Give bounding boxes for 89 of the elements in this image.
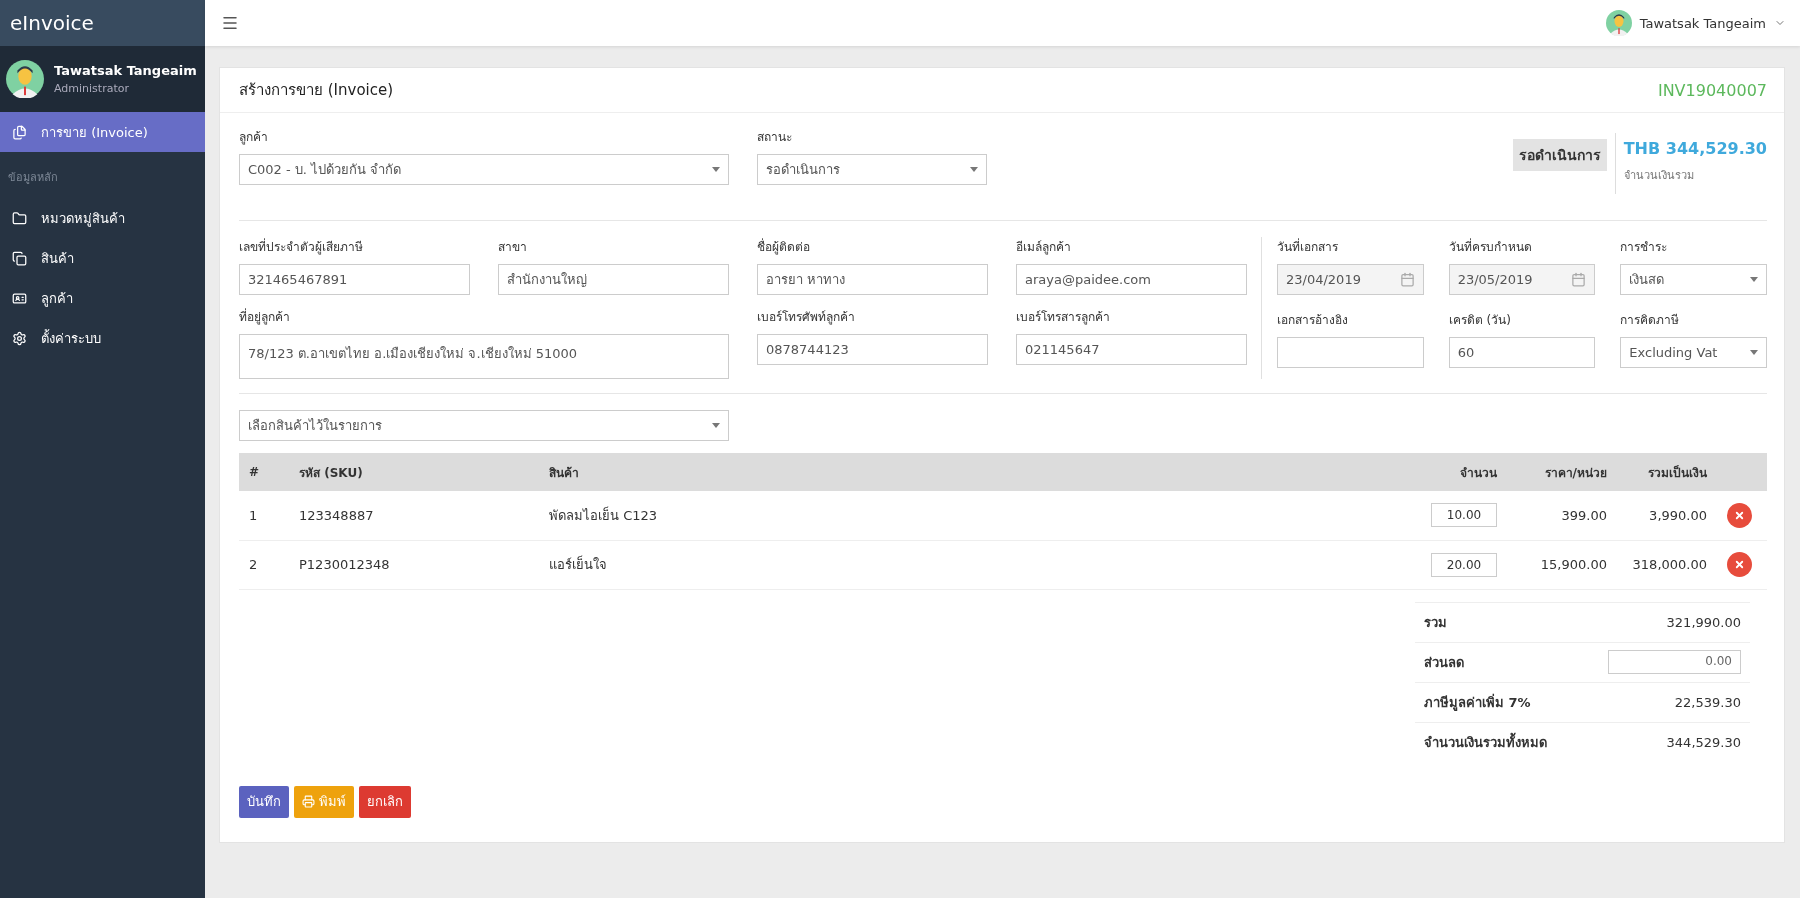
field-label: การชำระ [1620, 239, 1669, 256]
close-icon [1734, 509, 1745, 521]
sidebar-item[interactable]: หมวดหมู่สินค้า [0, 198, 205, 238]
table-cell: พัดลมไอเย็น C123 [549, 507, 658, 523]
input-field[interactable] [1277, 337, 1424, 368]
table-cell: 318,000.00 [1632, 557, 1707, 572]
date-field[interactable]: 23/05/2019 [1448, 264, 1596, 295]
address-field[interactable]: 78/123 ต.อาเขตไทย อ.เมืองเชียงใหม่ จ.เชียงใหม่ 51000 [239, 334, 729, 379]
field-label: การคิดภาษี [1620, 312, 1681, 329]
delete-button[interactable] [1727, 552, 1752, 577]
column-header: สินค้า [549, 465, 579, 480]
table-cell: 3,990.00 [1649, 507, 1707, 523]
select-field[interactable]: Excluding Vat [1620, 337, 1767, 368]
input-field[interactable]: 321465467891 [239, 264, 470, 295]
field-label: เบอร์โทรศัพท์ลูกค้า [757, 309, 856, 326]
table-cell: 399.00 [1561, 507, 1607, 523]
user-role: Administrator [54, 82, 130, 95]
column-header: รหัส (SKU) [299, 465, 363, 480]
column-header: # [249, 465, 260, 479]
avatar-icon [1605, 10, 1632, 36]
table-cell: 15,900.00 [1540, 557, 1607, 572]
column-header: จำนวน [1460, 465, 1497, 480]
menu-icon[interactable] [221, 14, 239, 32]
discount-field[interactable]: 0.00 [1608, 650, 1741, 674]
status-badge: รอดำเนินการ [1512, 139, 1607, 171]
table-cell: P1230012348 [299, 557, 390, 572]
field-label: สถานะ [757, 129, 793, 146]
customer-select[interactable]: C002 - บ. ไปด้วยกัน จำกัด [239, 154, 729, 185]
input-field[interactable]: 0878744123 [757, 334, 988, 365]
sidebar-icon [12, 250, 27, 266]
printer-icon [302, 795, 315, 808]
field-label: สาขา [498, 239, 528, 256]
input-field[interactable]: 60 [1448, 337, 1596, 368]
quantity-field[interactable]: 20.00 [1431, 552, 1497, 577]
total-caption: จำนวนเงินรวม [1623, 168, 1695, 184]
sidebar-icon [12, 210, 27, 226]
sidebar-icon [12, 124, 27, 140]
sidebar-item[interactable]: การขาย (Invoice) [0, 112, 205, 152]
table-cell: 2 [249, 557, 258, 572]
document-number: INV19040007 [1657, 80, 1767, 100]
column-header: ราคา/หน่วย [1544, 465, 1607, 480]
field-label: ชื่อผู้ติดต่อ [757, 237, 811, 256]
total-label: จำนวนเงินรวมทั้งหมด [1424, 731, 1547, 752]
field-label: วันที่ครบกำหนด [1448, 237, 1533, 256]
sidebar-item[interactable]: ลูกค้า [0, 278, 205, 318]
field-label: เครดิต (วัน) [1448, 312, 1512, 329]
field-label: อีเมล์ลูกค้า [1016, 239, 1072, 256]
input-field[interactable]: อารยา หาทาง [757, 264, 988, 295]
input-field[interactable]: araya@paidee.com [1016, 264, 1247, 295]
avatar-icon [6, 60, 44, 98]
page-title: สร้างการขาย (Invoice) [239, 80, 394, 101]
total-value: 344,529.30 [1666, 734, 1741, 750]
total-label: รวม [1424, 613, 1447, 632]
field-label: เบอร์โทรสารลูกค้า [1016, 309, 1111, 326]
total-label: ภาษีมูลค่าเพิ่ม 7% [1424, 692, 1531, 713]
save-button[interactable]: บันทึก [239, 785, 289, 818]
sidebar-icon [12, 330, 27, 346]
table-cell: แอร์เย็นใจ [549, 557, 607, 572]
sidebar-icon [12, 290, 27, 306]
select-field[interactable]: เงินสด [1620, 264, 1767, 295]
delete-button[interactable] [1727, 502, 1752, 528]
close-icon [1734, 559, 1745, 570]
input-field[interactable]: สำนักงานใหญ่ [498, 264, 729, 295]
column-header: รวมเป็นเงิน [1648, 465, 1707, 480]
field-label: เลขที่ประจำตัวผู้เสียภาษี [239, 237, 364, 256]
sidebar-heading: ข้อมูลหลัก [7, 170, 59, 186]
status-select[interactable]: รอดำเนินการ [757, 154, 987, 185]
total-value: 22,539.30 [1674, 694, 1741, 710]
total-value: 321,990.00 [1666, 614, 1741, 630]
sidebar-item[interactable]: ตั้งค่าระบบ [0, 318, 205, 358]
table-cell: 123348887 [299, 507, 374, 523]
field-label: ลูกค้า [239, 129, 269, 146]
app-brand: eInvoice [0, 0, 205, 46]
field-label: ที่อยู่ลูกค้า [239, 307, 291, 326]
sidebar-item[interactable]: สินค้า [0, 238, 205, 278]
user-name: Tawatsak Tangeaim [54, 63, 197, 78]
table-cell: 1 [249, 507, 258, 523]
total-amount: THB 344,529.30 [1623, 139, 1767, 158]
field-label: เอกสารอ้างอิง [1277, 312, 1349, 329]
field-label: วันที่เอกสาร [1277, 237, 1339, 256]
calendar-icon [1571, 272, 1587, 287]
total-label: ส่วนลด [1424, 653, 1464, 672]
input-field[interactable]: 021145647 [1016, 334, 1247, 365]
calendar-icon [1399, 272, 1415, 287]
product-select[interactable]: เลือกสินค้าไว้ในรายการ [239, 410, 729, 441]
quantity-field[interactable]: 10.00 [1431, 503, 1497, 528]
cancel-button[interactable]: ยกเลิก [359, 785, 411, 818]
date-field[interactable]: 23/04/2019 [1277, 264, 1424, 295]
user-name[interactable]: Tawatsak Tangeaim [1639, 15, 1766, 31]
